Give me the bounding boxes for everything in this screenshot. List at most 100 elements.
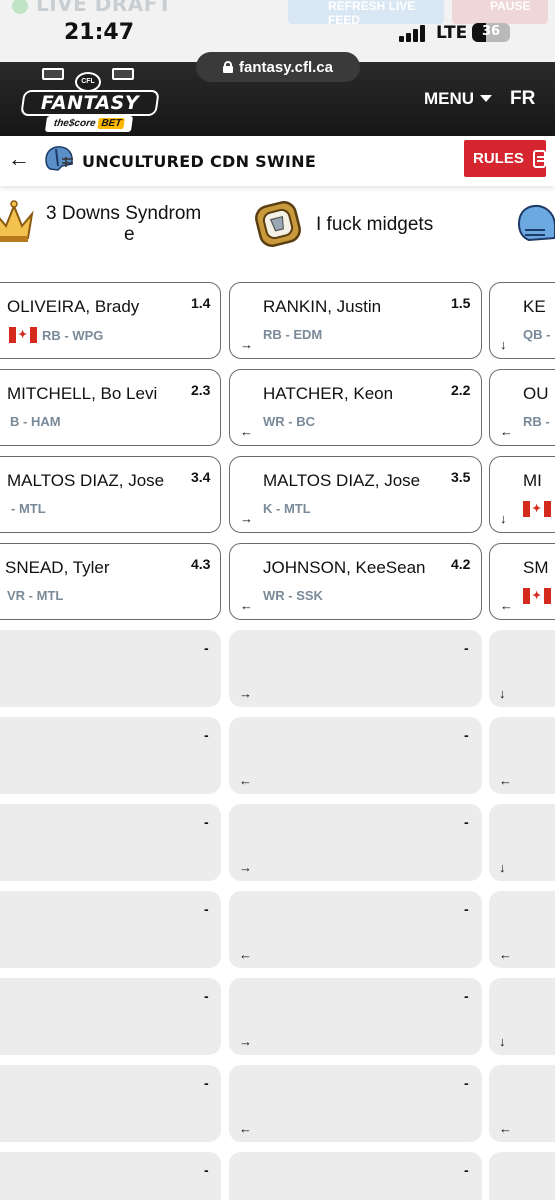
- pick-placeholder: -: [464, 901, 469, 917]
- pick-placeholder: -: [204, 727, 209, 743]
- pick-placeholder: -: [204, 640, 209, 656]
- team-name: UNCULTURED CDN SWINE: [82, 152, 317, 171]
- empty-pick-card[interactable]: - ←: [229, 891, 482, 968]
- battery-level: 36: [481, 24, 501, 39]
- pick-number: 1.5: [451, 295, 471, 311]
- player-name: HATCHER, Keon: [263, 384, 394, 403]
- lock-icon: [223, 61, 234, 73]
- canada-flag-icon: [523, 588, 551, 604]
- pause-button[interactable]: PAUSE: [452, 0, 548, 24]
- pick-placeholder: -: [204, 1075, 209, 1091]
- player-name: MITCHELL, Bo Levi: [7, 384, 158, 403]
- pick-number: 2.3: [191, 382, 211, 398]
- championship-ring-icon: [255, 201, 301, 247]
- empty-pick-card[interactable]: ←: [489, 717, 555, 794]
- pick-card[interactable]: JOHNSON, KeeSean 4.2 WR - SSK ←: [229, 543, 482, 620]
- column-header-1[interactable]: 3 Downs Syndrom e: [46, 194, 246, 254]
- player-name: SM: [523, 558, 549, 577]
- team-helmet-icon: [45, 146, 73, 171]
- snake-direction-icon: ←: [500, 598, 513, 613]
- empty-pick-card[interactable]: ↓: [489, 630, 555, 707]
- player-name: OU: [523, 384, 549, 403]
- url-bar[interactable]: fantasy.cfl.ca: [196, 52, 360, 82]
- empty-pick-card[interactable]: - →: [229, 978, 482, 1055]
- pick-card[interactable]: MALTOS DIAZ, Jose 3.4 - MTL: [0, 456, 221, 533]
- pick-card[interactable]: MALTOS DIAZ, Jose 3.5 K - MTL →: [229, 456, 482, 533]
- menu-button[interactable]: MENU: [424, 89, 493, 109]
- snake-direction-icon: ↓: [499, 860, 506, 875]
- player-name: MALTOS DIAZ, Jose: [7, 471, 165, 490]
- snake-direction-icon: ↓: [499, 686, 506, 701]
- empty-pick-card[interactable]: ←: [489, 891, 555, 968]
- empty-pick-card[interactable]: -: [0, 978, 221, 1055]
- snake-direction-icon: ←: [499, 773, 512, 788]
- empty-pick-card[interactable]: - ←: [229, 1065, 482, 1142]
- player-position: WR - BC: [263, 414, 315, 429]
- column-team-name: 3 Downs Syndrom: [46, 203, 202, 224]
- player-name: RANKIN, Justin: [263, 297, 382, 316]
- logo-sponsor: the$core BET: [44, 116, 134, 132]
- cfl-fantasy-logo[interactable]: CFL FANTASY the$core BET: [16, 68, 160, 132]
- empty-pick-card[interactable]: ↓: [489, 804, 555, 881]
- empty-pick-card[interactable]: -: [229, 1152, 482, 1200]
- signal-icon: [399, 24, 429, 42]
- player-position: RB - EDM: [263, 327, 323, 342]
- language-toggle[interactable]: FR: [510, 88, 535, 110]
- empty-pick-card[interactable]: - →: [229, 630, 482, 707]
- player-name: OLIVEIRA, Brady: [7, 297, 140, 316]
- empty-pick-card[interactable]: [489, 1152, 555, 1200]
- player-name: MI: [523, 471, 542, 490]
- snake-direction-icon: ←: [240, 598, 253, 613]
- carrier-label: LTE: [436, 23, 468, 43]
- player-position: - MTL: [11, 501, 46, 516]
- player-name: KE: [523, 297, 546, 316]
- pick-card[interactable]: OU RB - ←: [489, 369, 555, 446]
- live-draft-label: LIVE DRAFT: [36, 0, 173, 16]
- player-name: JOHNSON, KeeSean: [263, 558, 426, 577]
- pick-number: 4.2: [451, 556, 471, 572]
- snake-direction-icon: ←: [499, 1121, 512, 1136]
- pick-card[interactable]: OLIVEIRA, Brady 1.4 RB - WPG: [0, 282, 221, 359]
- pick-card[interactable]: SNEAD, Tyler 4.3 VR - MTL: [0, 543, 221, 620]
- refresh-live-feed-button[interactable]: REFRESH LIVE FEED: [288, 0, 444, 27]
- pick-card[interactable]: RANKIN, Justin 1.5 RB - EDM →: [229, 282, 482, 359]
- canada-flag-icon: [9, 327, 37, 343]
- pick-card[interactable]: MI ↓: [489, 456, 555, 533]
- pick-number: 4.3: [191, 556, 211, 572]
- player-position: WR - SSK: [263, 588, 323, 603]
- empty-pick-card[interactable]: -: [0, 804, 221, 881]
- logo-title: FANTASY: [20, 90, 160, 116]
- rules-button[interactable]: RULES: [464, 140, 546, 177]
- pick-placeholder: -: [464, 727, 469, 743]
- canada-flag-icon: [523, 501, 551, 517]
- snake-direction-icon: →: [239, 1034, 252, 1049]
- pick-placeholder: -: [464, 1162, 469, 1178]
- snake-direction-icon: ←: [499, 947, 512, 962]
- empty-pick-card[interactable]: -: [0, 630, 221, 707]
- empty-pick-card[interactable]: ↓: [489, 978, 555, 1055]
- pick-card[interactable]: KE QB - ↓: [489, 282, 555, 359]
- pick-number: 3.4: [191, 469, 211, 485]
- player-position: RB - WPG: [42, 328, 104, 343]
- column-team-name-wrap: e: [124, 224, 135, 245]
- snake-direction-icon: →: [240, 337, 253, 352]
- empty-pick-card[interactable]: -: [0, 1065, 221, 1142]
- empty-pick-card[interactable]: - →: [229, 804, 482, 881]
- status-time: 21:47: [64, 20, 135, 45]
- empty-pick-card[interactable]: ←: [489, 1065, 555, 1142]
- snake-direction-icon: ←: [240, 424, 253, 439]
- team-bar: ← UNCULTURED CDN SWINE RULES: [0, 136, 555, 186]
- empty-pick-card[interactable]: - ←: [229, 717, 482, 794]
- empty-pick-card[interactable]: -: [0, 717, 221, 794]
- empty-pick-card[interactable]: -: [0, 891, 221, 968]
- back-arrow-icon[interactable]: ←: [8, 146, 30, 172]
- pick-card[interactable]: SM ←: [489, 543, 555, 620]
- document-icon: [532, 149, 546, 168]
- crown-icon: [0, 200, 34, 242]
- column-header-2[interactable]: I fuck midgets: [316, 194, 506, 254]
- snake-direction-icon: ↓: [500, 337, 507, 352]
- pick-card[interactable]: HATCHER, Keon 2.2 WR - BC ←: [229, 369, 482, 446]
- empty-pick-card[interactable]: -: [0, 1152, 221, 1200]
- pick-card[interactable]: MITCHELL, Bo Levi 2.3 B - HAM: [0, 369, 221, 446]
- player-position: QB -: [523, 327, 551, 342]
